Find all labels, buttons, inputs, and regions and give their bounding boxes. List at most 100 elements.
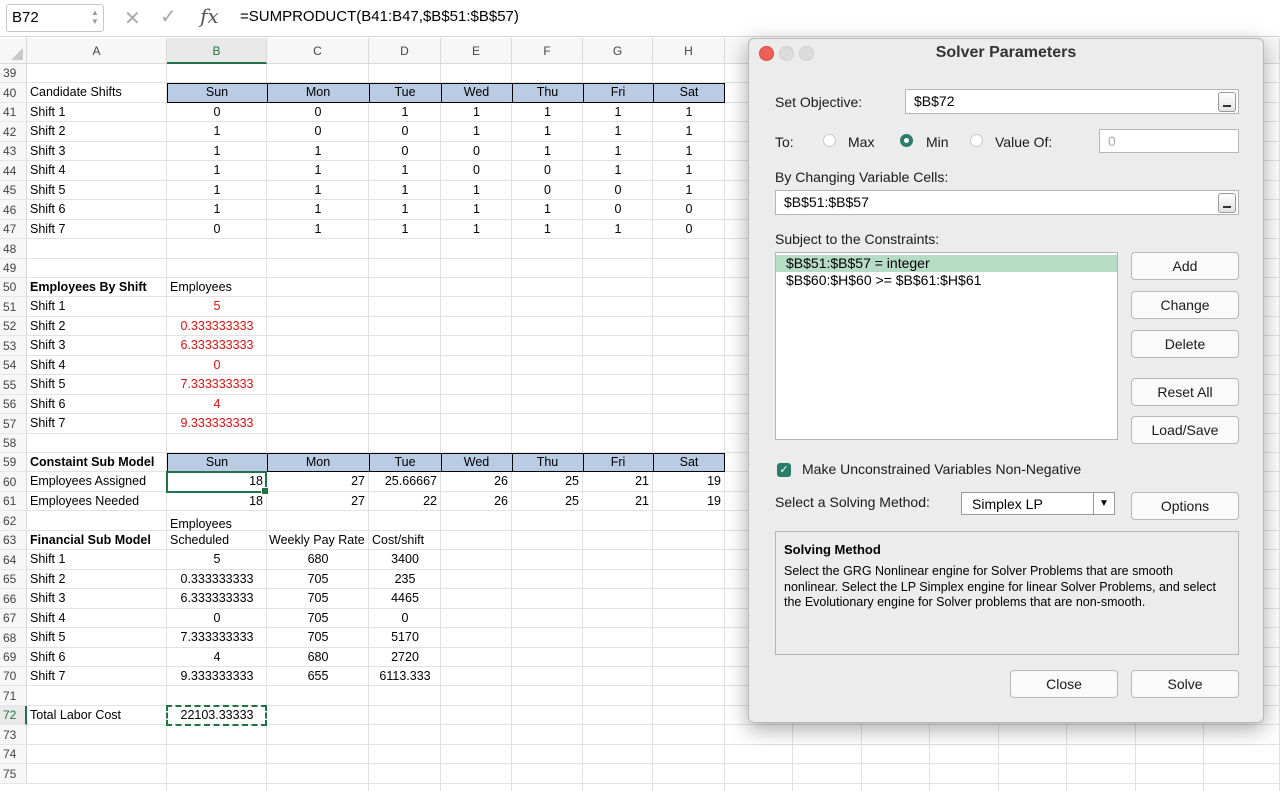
row-header[interactable]: 55 <box>0 375 27 395</box>
cell-value[interactable]: 1 <box>653 103 725 122</box>
close-button[interactable]: Close <box>1010 670 1118 698</box>
column-header-e[interactable]: E <box>441 38 512 64</box>
row-label[interactable]: Shift 7 <box>30 667 65 686</box>
cell-value[interactable]: 1 <box>267 220 369 239</box>
cell-value[interactable]: 21 <box>583 472 649 491</box>
cell-value[interactable]: 1 <box>369 200 441 219</box>
day-header[interactable]: Tue <box>369 83 441 102</box>
cell-value[interactable]: 1 <box>441 103 512 122</box>
day-header[interactable]: Sun <box>167 83 267 102</box>
row-label[interactable]: Shift 4 <box>30 161 65 180</box>
decision-variable[interactable]: 6.333333333 <box>167 336 267 355</box>
column-label[interactable]: Scheduled <box>170 531 229 550</box>
row-header[interactable]: 53 <box>0 336 27 356</box>
row-label[interactable]: Shift 6 <box>30 395 65 414</box>
row-header[interactable]: 73 <box>0 725 27 745</box>
row-label[interactable]: Shift 1 <box>30 103 65 122</box>
cell-value[interactable]: 0 <box>512 181 583 200</box>
column-header-d[interactable]: D <box>369 38 441 64</box>
cell-value[interactable]: 1 <box>512 103 583 122</box>
row-header[interactable]: 71 <box>0 686 27 706</box>
cell-value[interactable]: 1 <box>512 142 583 161</box>
row-label[interactable]: Shift 5 <box>30 628 65 647</box>
cell-value[interactable]: 1 <box>583 103 653 122</box>
cell-value[interactable]: 1 <box>653 181 725 200</box>
column-label[interactable]: Employees <box>170 278 232 297</box>
cell-value[interactable]: 9.333333333 <box>167 667 267 686</box>
cell-value[interactable]: 1 <box>441 122 512 141</box>
cell-value[interactable]: 235 <box>369 570 441 589</box>
cell-value[interactable]: 2720 <box>369 648 441 667</box>
min-radio[interactable] <box>900 134 913 147</box>
day-header[interactable]: Sat <box>653 83 725 102</box>
row-label[interactable]: Shift 3 <box>30 589 65 608</box>
cell-value[interactable]: 1 <box>167 200 267 219</box>
cell-value[interactable]: 19 <box>653 472 721 491</box>
day-header[interactable]: Fri <box>583 453 653 472</box>
row-header[interactable]: 43 <box>0 142 27 161</box>
cell-value[interactable]: 1 <box>369 220 441 239</box>
cell-value[interactable]: 0 <box>512 161 583 180</box>
change-button[interactable]: Change <box>1131 291 1239 319</box>
cell-value[interactable]: 1 <box>369 161 441 180</box>
name-box[interactable]: B72 ▲ ▼ <box>6 4 104 32</box>
cell-value[interactable]: 0 <box>167 220 267 239</box>
day-header[interactable]: Thu <box>512 453 583 472</box>
cell-value[interactable]: 7.333333333 <box>167 628 267 647</box>
cell-value[interactable]: 1 <box>441 200 512 219</box>
insert-function-icon[interactable]: fx <box>200 4 219 28</box>
changing-cells-field[interactable]: $B$51:$B$57 <box>775 190 1239 215</box>
row-label[interactable]: Employees Needed <box>30 492 139 511</box>
cell-value[interactable]: 22 <box>369 492 437 511</box>
cell-value[interactable]: 680 <box>267 550 369 569</box>
row-label[interactable]: Shift 7 <box>30 414 65 433</box>
cell-value[interactable]: 1 <box>583 122 653 141</box>
cell-value[interactable]: 3400 <box>369 550 441 569</box>
cell-value[interactable]: 0 <box>167 609 267 628</box>
constraint-item[interactable]: $B$51:$B$57 = integer <box>776 255 1117 272</box>
row-header[interactable]: 57 <box>0 414 27 434</box>
day-header[interactable]: Tue <box>369 453 441 472</box>
row-header[interactable]: 63 <box>0 531 27 550</box>
cell-value[interactable]: 1 <box>583 161 653 180</box>
cell-value[interactable]: 1 <box>369 181 441 200</box>
cell-value[interactable]: 5170 <box>369 628 441 647</box>
cell-value[interactable]: 26 <box>441 472 508 491</box>
row-header[interactable]: 59 <box>0 453 27 472</box>
value-of-field[interactable]: 0 <box>1099 129 1239 153</box>
cell-value[interactable]: 705 <box>267 570 369 589</box>
cell-value[interactable]: 1 <box>167 161 267 180</box>
row-header[interactable]: 67 <box>0 609 27 628</box>
cell-value[interactable]: 18 <box>167 492 263 511</box>
row-header[interactable]: 44 <box>0 161 27 181</box>
row-header[interactable]: 62 <box>0 511 27 531</box>
row-label[interactable]: Shift 2 <box>30 317 65 336</box>
day-header[interactable]: Thu <box>512 83 583 102</box>
delete-button[interactable]: Delete <box>1131 330 1239 358</box>
cell-value[interactable]: 1 <box>441 220 512 239</box>
row-label[interactable]: Total Labor Cost <box>30 706 121 725</box>
cell-value[interactable]: 4465 <box>369 589 441 608</box>
nonneg-checkbox[interactable]: ✓ <box>777 463 791 477</box>
section-title[interactable]: Employees By Shift <box>30 278 147 297</box>
cell-value[interactable]: 705 <box>267 609 369 628</box>
cell-value[interactable]: 1 <box>512 122 583 141</box>
row-header[interactable]: 52 <box>0 317 27 336</box>
cell-value[interactable]: 5 <box>167 550 267 569</box>
row-label[interactable]: Shift 3 <box>30 336 65 355</box>
max-radio[interactable] <box>823 134 836 147</box>
cell-value[interactable]: 0 <box>583 200 653 219</box>
collapse-ref-icon[interactable] <box>1218 193 1236 213</box>
cell-value[interactable]: 19 <box>653 492 721 511</box>
select-all-corner[interactable] <box>0 38 27 64</box>
row-header[interactable]: 56 <box>0 395 27 414</box>
row-header[interactable]: 47 <box>0 220 27 239</box>
row-header[interactable]: 48 <box>0 239 27 259</box>
cell-value[interactable]: 27 <box>267 472 365 491</box>
day-header[interactable]: Sat <box>653 453 725 472</box>
row-label[interactable]: Shift 2 <box>30 570 65 589</box>
cell-value[interactable]: 0.333333333 <box>167 570 267 589</box>
cell-value[interactable]: 1 <box>267 142 369 161</box>
row-label[interactable]: Employees Assigned <box>30 472 146 491</box>
collapse-ref-icon[interactable] <box>1218 92 1236 112</box>
